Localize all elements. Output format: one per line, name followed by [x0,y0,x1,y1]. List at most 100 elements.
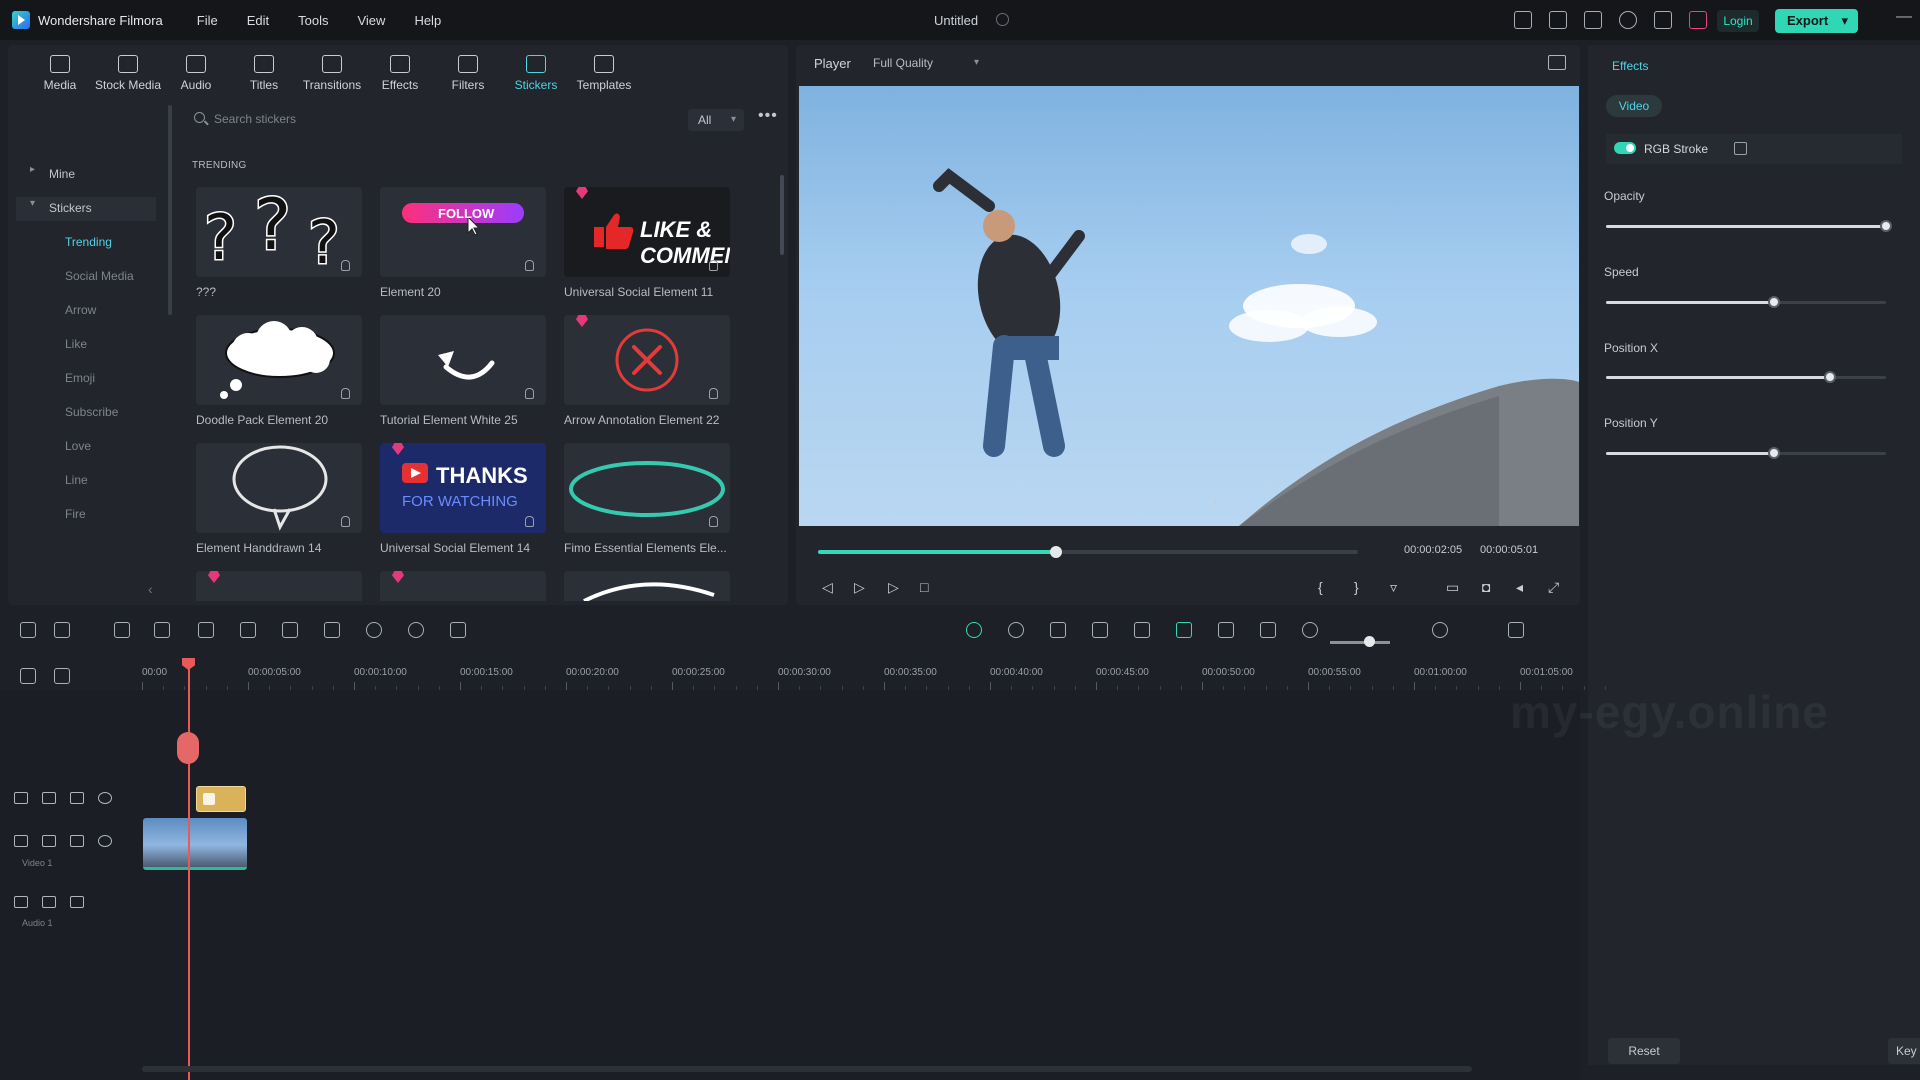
zoom-out-icon[interactable] [1302,622,1318,638]
video-preview[interactable] [799,86,1579,526]
sticker-card[interactable] [380,571,546,601]
tab-stock-media[interactable]: Stock Media [94,45,162,101]
reset-button[interactable]: Reset [1608,1038,1680,1064]
video-clip[interactable] [143,818,247,870]
effect-toggle[interactable] [1614,142,1636,154]
camera-icon[interactable]: ◘ [1482,579,1490,595]
time-ruler[interactable]: 00:00 00:00:05:00 00:00:10:00 00:00:15:00 00… [140,660,1606,690]
display-icon[interactable]: ▭ [1446,579,1459,596]
delete-icon[interactable] [198,622,214,638]
slider-handle[interactable] [1880,220,1892,232]
save-icon[interactable] [1549,11,1567,29]
collapse-sidebar-icon[interactable]: ‹ [148,581,153,597]
filter-dropdown[interactable]: All ▾ [688,109,744,131]
export-button[interactable]: Export ▾ [1775,9,1858,33]
render-icon[interactable] [966,622,982,638]
download-icon[interactable] [525,260,534,271]
tab-effects-properties[interactable]: Effects [1612,59,1648,73]
download-icon[interactable] [709,516,718,527]
more-options-icon[interactable]: ••• [758,107,778,125]
cloud-icon[interactable] [1584,11,1602,29]
crop-icon[interactable] [324,622,340,638]
green-screen-icon[interactable] [450,622,466,638]
volume-icon[interactable]: ◂ [1516,579,1523,596]
tab-video[interactable]: Video [1606,95,1662,117]
playhead[interactable] [188,664,190,1080]
sidebar-item-like[interactable]: Like [16,333,156,357]
zoom-in-icon[interactable] [1432,622,1448,638]
sidebar-item-emoji[interactable]: Emoji [16,367,156,391]
folder-icon[interactable] [42,835,56,847]
tab-media[interactable]: Media [26,45,94,101]
link-icon[interactable] [54,668,70,684]
tab-transitions[interactable]: Transitions [298,45,366,101]
snapshot-icon[interactable] [1548,55,1566,70]
opacity-slider[interactable] [1606,220,1892,232]
quality-dropdown[interactable]: Full Quality [873,56,933,70]
timeline-scrollbar[interactable] [142,1066,1472,1072]
folder-icon[interactable] [42,896,56,908]
sticker-card[interactable]: ? ? ? ??? [196,187,362,299]
download-icon[interactable] [341,260,350,271]
previous-frame-icon[interactable]: ◁ [822,579,833,596]
playback-scrubber[interactable] [818,546,1358,558]
sidebar-item-trending[interactable]: Trending [16,231,156,255]
sidebar-item-mine[interactable]: Mine [16,163,156,187]
layout-icon[interactable] [20,622,36,638]
sticker-clip[interactable] [196,786,246,812]
grid-scrollbar[interactable] [780,175,784,255]
slider-handle[interactable] [1768,447,1780,459]
tab-effects[interactable]: Effects [366,45,434,101]
keyframe-button[interactable]: Key [1888,1038,1920,1064]
download-icon[interactable] [709,260,718,271]
tab-templates[interactable]: Templates [570,45,638,101]
slider-handle[interactable] [1824,371,1836,383]
download-icon[interactable] [525,516,534,527]
download-icon[interactable] [709,388,718,399]
subtitle-icon[interactable] [1260,622,1276,638]
snap-icon[interactable] [1176,622,1192,638]
color-icon[interactable] [366,622,382,638]
sidebar-item-fire[interactable]: Fire [16,503,156,527]
sticker-card[interactable]: Doodle Pack Element 20 [196,315,362,427]
tab-stickers[interactable]: Stickers [502,45,570,101]
microphone-icon[interactable] [1092,622,1108,638]
cart-icon[interactable] [1689,11,1707,29]
mute-icon[interactable] [70,835,84,847]
mark-in-icon[interactable]: { [1318,579,1323,595]
shield-icon[interactable] [1050,622,1066,638]
sticker-card[interactable]: Fimo Essential Elements Ele... [564,443,730,555]
pip-icon[interactable] [1218,622,1234,638]
tab-filters[interactable]: Filters [434,45,502,101]
add-track-icon[interactable] [20,668,36,684]
record-icon[interactable] [1008,622,1024,638]
speed-slider[interactable] [1606,296,1886,308]
sticker-card[interactable]: THANKS FOR WATCHING Universal Social Ele… [380,443,546,555]
sidebar-item-arrow[interactable]: Arrow [16,299,156,323]
sticker-card[interactable]: Tutorial Element White 25 [380,315,546,427]
apps-icon[interactable] [1654,11,1672,29]
sidebar-item-social-media[interactable]: Social Media [16,265,156,289]
download-icon[interactable] [525,388,534,399]
stop-icon[interactable]: □ [920,579,928,595]
play-icon[interactable]: ▷ [854,579,865,596]
layout-icon[interactable] [1514,11,1532,29]
mute-icon[interactable] [70,896,84,908]
download-icon[interactable] [341,388,350,399]
sticker-card[interactable]: FOLLOW Element 20 [380,187,546,299]
sticker-card[interactable]: LIKE & COMMENT Universal Social Element … [564,187,730,299]
next-frame-icon[interactable]: ▷ [888,579,899,596]
zoom-handle[interactable] [1364,636,1375,647]
position-y-slider[interactable] [1606,447,1886,459]
timeline-area[interactable] [0,690,1580,1080]
sidebar-item-line[interactable]: Line [16,469,156,493]
slider-handle[interactable] [1768,296,1780,308]
menu-file[interactable]: File [197,13,218,28]
mute-icon[interactable] [70,792,84,804]
select-tool-icon[interactable] [54,622,70,638]
marker-icon[interactable]: ▿ [1390,579,1397,596]
download-icon[interactable] [341,516,350,527]
sticker-card[interactable] [564,571,730,601]
audio-mixer-icon[interactable] [1134,622,1150,638]
fullscreen-icon[interactable]: ⤢ [1548,579,1559,596]
